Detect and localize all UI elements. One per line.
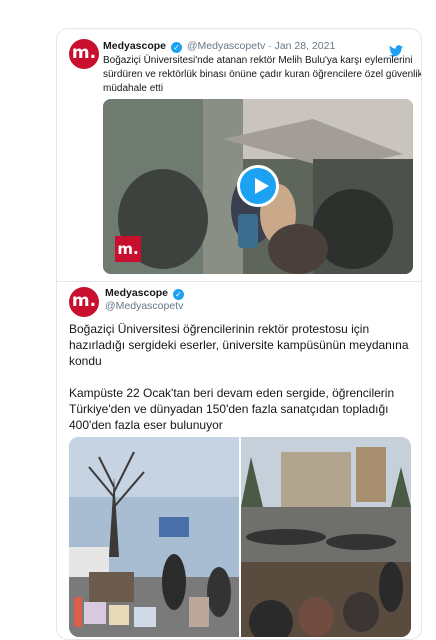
author-name[interactable]: Medyascope bbox=[105, 287, 168, 299]
campus-photo-image bbox=[241, 437, 411, 637]
author-handle[interactable]: @Medyascopetv bbox=[105, 300, 186, 313]
verified-icon: ✓ bbox=[170, 42, 182, 53]
author-avatar[interactable]: m. bbox=[69, 287, 99, 317]
quoted-handle-date[interactable]: @Medyascopetv · Jan 28, 2021 bbox=[187, 40, 335, 52]
exhibition-photo-image bbox=[69, 437, 239, 637]
quoted-avatar[interactable]: m. bbox=[69, 39, 99, 69]
verified-icon: ✓ bbox=[172, 289, 184, 300]
quoted-author-name[interactable]: Medyascope bbox=[103, 40, 166, 52]
divider bbox=[57, 281, 421, 282]
quoted-text: Boğaziçi Üniversitesi'nde atanan rektör … bbox=[103, 55, 422, 94]
photo-campus-square[interactable] bbox=[241, 437, 411, 637]
play-icon[interactable] bbox=[237, 165, 279, 207]
quoted-header: Medyascope ✓ @Medyascopetv · Jan 28, 202… bbox=[103, 40, 335, 53]
medyascope-logo: m. bbox=[115, 236, 141, 262]
video-player[interactable]: m. bbox=[103, 99, 413, 274]
tweet-paragraph: Kampüste 22 Ocak'tan beri devam eden ser… bbox=[69, 386, 395, 432]
author-header: Medyascope ✓ @Medyascopetv bbox=[105, 287, 186, 313]
tweet-card[interactable]: m. Medyascope ✓ @Medyascopetv · Jan 28, … bbox=[56, 28, 422, 640]
tweet-text: Boğaziçi Üniversitesi öğrencilerinin rek… bbox=[69, 321, 409, 449]
tweet-paragraph: Boğaziçi Üniversitesi öğrencilerinin rek… bbox=[69, 322, 409, 368]
photo-exhibition[interactable] bbox=[69, 437, 239, 637]
photo-grid[interactable] bbox=[69, 437, 411, 637]
